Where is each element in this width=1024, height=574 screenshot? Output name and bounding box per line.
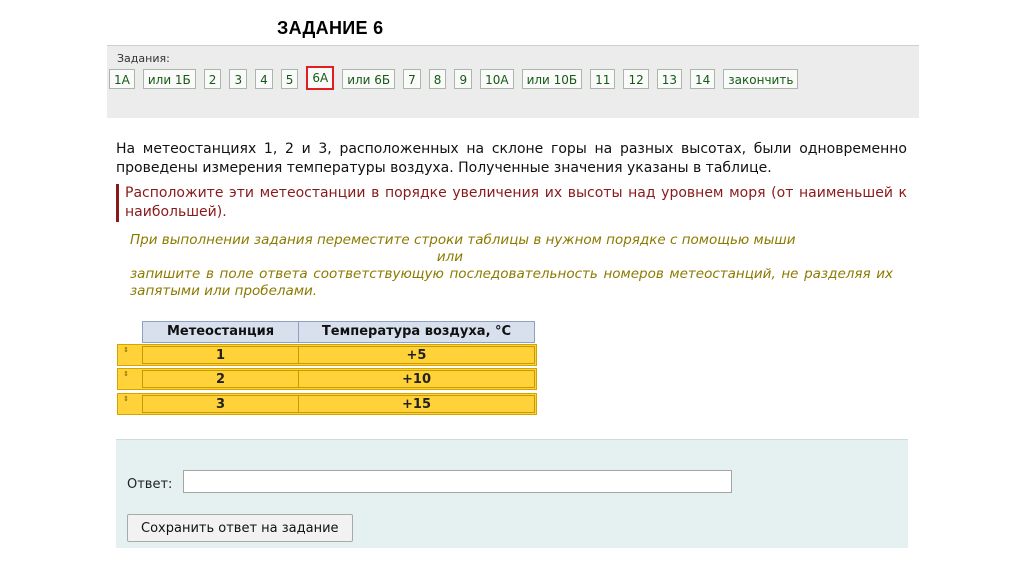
task-button-1a[interactable]: 1А: [109, 69, 135, 89]
table-header: Метеостанция Температура воздуха, °С: [142, 321, 535, 343]
task-button-6a[interactable]: 6А: [306, 66, 335, 90]
question-intro: На метеостанциях 1, 2 и 3, расположенных…: [116, 141, 907, 176]
table-row-2[interactable]: ⇕ 2 +10: [117, 368, 537, 390]
slide-title: ЗАДАНИЕ 6: [277, 18, 384, 38]
answer-panel: Ответ: Сохранить ответ на задание: [116, 439, 908, 548]
hint-or: или: [436, 249, 464, 265]
drag-handle-icon[interactable]: ⇕: [122, 346, 130, 354]
task-button-4[interactable]: 4: [255, 69, 273, 89]
drag-handle-icon[interactable]: ⇕: [122, 370, 130, 378]
hint-line-2: запишите в поле ответа соответствующую п…: [130, 266, 893, 282]
answer-label: Ответ:: [127, 477, 173, 492]
task-buttons: 1А или 1Б 2 3 4 5 6А или 6Б 7 8 9 10А ил…: [109, 66, 799, 90]
question-instruction: Расположите эти метеостанции в порядке у…: [116, 184, 907, 222]
hint-line-1: При выполнении задания переместите строк…: [130, 232, 796, 248]
finish-button[interactable]: закончить: [723, 69, 799, 89]
tasks-label: Задания:: [117, 52, 170, 65]
hint-line-3: запятыми или пробелами.: [130, 283, 318, 299]
save-answer-button[interactable]: Сохранить ответ на задание: [127, 514, 353, 542]
tasks-panel: Задания: 1А или 1Б 2 3 4 5 6А или 6Б 7 8…: [107, 45, 919, 118]
header-station: Метеостанция: [142, 321, 299, 343]
table-row-1[interactable]: ⇕ 1 +5: [117, 344, 537, 366]
task-button-13[interactable]: 13: [656, 69, 682, 89]
cell-temperature: +15: [299, 395, 535, 413]
table-row-3[interactable]: ⇕ 3 +15: [117, 393, 537, 415]
task-button-7[interactable]: 7: [403, 69, 421, 89]
task-button-8[interactable]: 8: [428, 69, 447, 89]
task-button-3[interactable]: 3: [229, 69, 248, 89]
cell-station: 2: [142, 370, 299, 388]
cell-station: 3: [142, 395, 299, 413]
question-content: На метеостанциях 1, 2 и 3, расположенных…: [116, 140, 907, 300]
task-button-11[interactable]: 11: [590, 69, 616, 89]
cell-temperature: +5: [299, 346, 535, 364]
task-button-5[interactable]: 5: [280, 69, 299, 89]
task-button-10a[interactable]: 10А: [480, 69, 514, 89]
answer-input[interactable]: [183, 470, 732, 493]
task-button-6b[interactable]: или 6Б: [342, 69, 396, 89]
task-button-9[interactable]: 9: [454, 69, 473, 89]
cell-temperature: +10: [299, 370, 535, 388]
header-temperature: Температура воздуха, °С: [299, 321, 535, 343]
task-button-12[interactable]: 12: [623, 69, 649, 89]
task-button-2[interactable]: 2: [203, 69, 222, 89]
task-button-10b[interactable]: или 10Б: [521, 69, 583, 89]
task-button-14[interactable]: 14: [690, 69, 716, 89]
drag-handle-icon[interactable]: ⇕: [122, 395, 130, 403]
question-hint: При выполнении задания переместите строк…: [116, 232, 907, 300]
task-button-1b[interactable]: или 1Б: [142, 69, 196, 89]
cell-station: 1: [142, 346, 299, 364]
